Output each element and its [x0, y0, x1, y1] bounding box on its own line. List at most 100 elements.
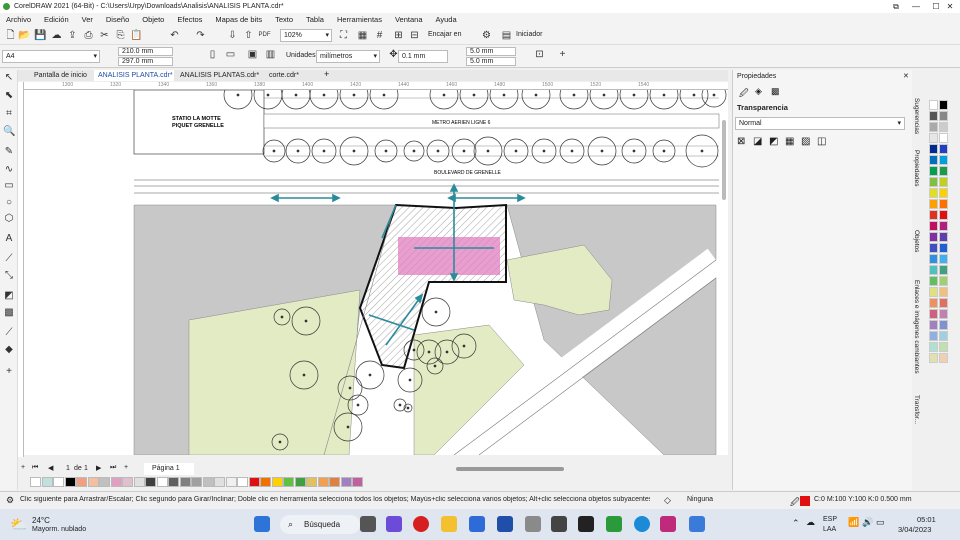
pick-tool-icon[interactable]: ↖ [3, 72, 15, 84]
no-transparency-icon[interactable]: ⊠ [737, 136, 745, 147]
palette-swatch[interactable] [939, 122, 948, 132]
import-icon[interactable]: ⇩ [226, 29, 239, 42]
document-swatch[interactable] [122, 477, 133, 487]
weather-icon[interactable]: ⛅ [10, 516, 27, 533]
upload-icon[interactable]: ⇪ [66, 29, 79, 42]
app-icon-2[interactable] [525, 516, 541, 532]
uniform-transparency-icon[interactable]: ◪ [753, 136, 762, 147]
freehand-tool-icon[interactable]: ✎ [3, 146, 15, 158]
menu-mapas-de-bits[interactable]: Mapas de bits [215, 15, 262, 24]
launcher-icon[interactable]: ▤ [500, 29, 513, 42]
palette-swatch[interactable] [929, 331, 938, 341]
duplicate-x-field[interactable]: 5.0 mm [466, 47, 516, 56]
tab-analisis-planta[interactable]: ANALISIS PLANTA.cdr* [94, 70, 174, 81]
document-swatch[interactable] [260, 477, 271, 487]
copy-icon[interactable]: ⎘ [114, 29, 127, 42]
grid-icon[interactable]: # [373, 29, 386, 42]
menu-herramientas[interactable]: Herramientas [337, 15, 382, 24]
new-document-icon[interactable]: 🗋 [4, 29, 17, 42]
tray-chevron-icon[interactable]: ⌃ [792, 518, 800, 529]
teams-icon[interactable] [386, 516, 402, 532]
text-tool-icon[interactable]: A [3, 233, 15, 245]
menu-edicion[interactable]: Edición [44, 15, 69, 24]
palette-swatch[interactable] [929, 199, 938, 209]
horizontal-scrollbar[interactable] [456, 467, 564, 471]
options-gear-icon[interactable]: ⚙ [480, 29, 493, 42]
tab-properties[interactable]: Propiedades [913, 150, 920, 187]
task-view-icon[interactable] [360, 516, 376, 532]
snap-icon[interactable]: ⊞ [392, 29, 405, 42]
palette-swatch[interactable] [929, 320, 938, 330]
palette-swatch[interactable] [929, 188, 938, 198]
restore-icon[interactable]: ⧉ [886, 0, 906, 13]
palette-swatch[interactable] [939, 265, 948, 275]
menu-objeto[interactable]: Objeto [142, 15, 164, 24]
document-swatch[interactable] [329, 477, 340, 487]
dimension-tool-icon[interactable]: ⟋ [3, 253, 15, 265]
units-select[interactable]: milímetros ▾ [316, 50, 380, 63]
add-icon[interactable]: + [556, 48, 569, 61]
tab-hints[interactable]: Sugerencias [913, 98, 920, 134]
docker-close-icon[interactable]: ✕ [903, 72, 909, 80]
edge-icon[interactable] [634, 516, 650, 532]
zoom-tool-icon[interactable]: 🔍 [3, 126, 15, 138]
battery-icon[interactable]: ▭ [876, 517, 885, 528]
page-add-after-icon[interactable]: + [124, 464, 128, 471]
palette-swatch[interactable] [939, 342, 948, 352]
volume-icon[interactable]: 🔊 [862, 517, 873, 528]
fill-bucket-icon[interactable]: ◈ [755, 86, 762, 97]
palette-swatch[interactable] [929, 342, 938, 352]
first-page-icon[interactable]: ⏮ [32, 464, 38, 472]
document-swatch[interactable] [225, 477, 237, 487]
sketchup-icon[interactable] [578, 516, 594, 532]
search-box[interactable]: ⌕ Búsqueda [280, 515, 360, 534]
app-icon-5[interactable] [689, 516, 705, 532]
tab-corte[interactable]: corte.cdr* [265, 70, 315, 81]
document-swatch[interactable] [76, 477, 87, 487]
page-height-field[interactable]: 297.0 mm [118, 57, 173, 66]
palette-swatch[interactable] [929, 166, 938, 176]
launcher-dropdown[interactable]: Iniciador [516, 31, 542, 38]
palette-swatch[interactable] [939, 331, 948, 341]
cut-icon[interactable]: ✂ [98, 29, 111, 42]
revit-icon[interactable] [497, 516, 513, 532]
language-1[interactable]: ESP [823, 516, 837, 523]
open-icon[interactable]: 📂 [18, 29, 31, 42]
drawing-canvas[interactable]: STATIO LA MOTTE PIQUET GRENELLE METRO AE… [24, 90, 728, 455]
print-icon[interactable]: ⎙ [82, 29, 95, 42]
rectangle-tool-icon[interactable]: ▭ [3, 180, 15, 192]
undo-icon[interactable]: ↶ [168, 29, 181, 42]
document-swatch[interactable] [294, 477, 306, 487]
document-swatch[interactable] [237, 477, 248, 487]
document-swatch[interactable] [202, 477, 214, 487]
document-swatch[interactable] [214, 477, 225, 487]
pattern-transparency-icon[interactable]: ▦ [785, 136, 794, 147]
page-tab[interactable]: Página 1 [144, 463, 194, 475]
gear-icon[interactable]: ⚙ [6, 495, 14, 506]
save-icon[interactable]: 💾 [34, 29, 47, 42]
next-page-icon[interactable]: ▶ [96, 464, 101, 472]
document-swatch[interactable] [156, 477, 168, 487]
palette-swatch[interactable] [939, 166, 948, 176]
pdf-icon[interactable]: PDF [258, 29, 271, 42]
document-swatch[interactable] [145, 477, 156, 487]
store-icon[interactable] [469, 516, 485, 532]
palette-swatch[interactable] [929, 276, 938, 286]
palette-swatch[interactable] [939, 133, 948, 143]
wifi-icon[interactable]: 📶 [848, 517, 859, 528]
paste-icon[interactable]: 📋 [130, 29, 143, 42]
document-swatch[interactable] [133, 477, 145, 487]
prev-page-icon[interactable]: ◀ [48, 464, 53, 472]
connector-tool-icon[interactable]: ⤡ [3, 270, 15, 282]
palette-swatch[interactable] [939, 155, 948, 165]
palette-swatch[interactable] [939, 177, 948, 187]
shape-tool-icon[interactable]: ⬉ [3, 90, 15, 102]
vertical-scrollbar[interactable] [722, 120, 726, 200]
palette-swatch[interactable] [939, 232, 948, 242]
artistic-media-icon[interactable]: ∿ [3, 164, 15, 176]
menu-archivo[interactable]: Archivo [6, 15, 31, 24]
palette-swatch[interactable] [929, 254, 938, 264]
start-button[interactable] [254, 516, 270, 532]
palette-swatch[interactable] [939, 320, 948, 330]
document-swatch[interactable] [168, 477, 179, 487]
